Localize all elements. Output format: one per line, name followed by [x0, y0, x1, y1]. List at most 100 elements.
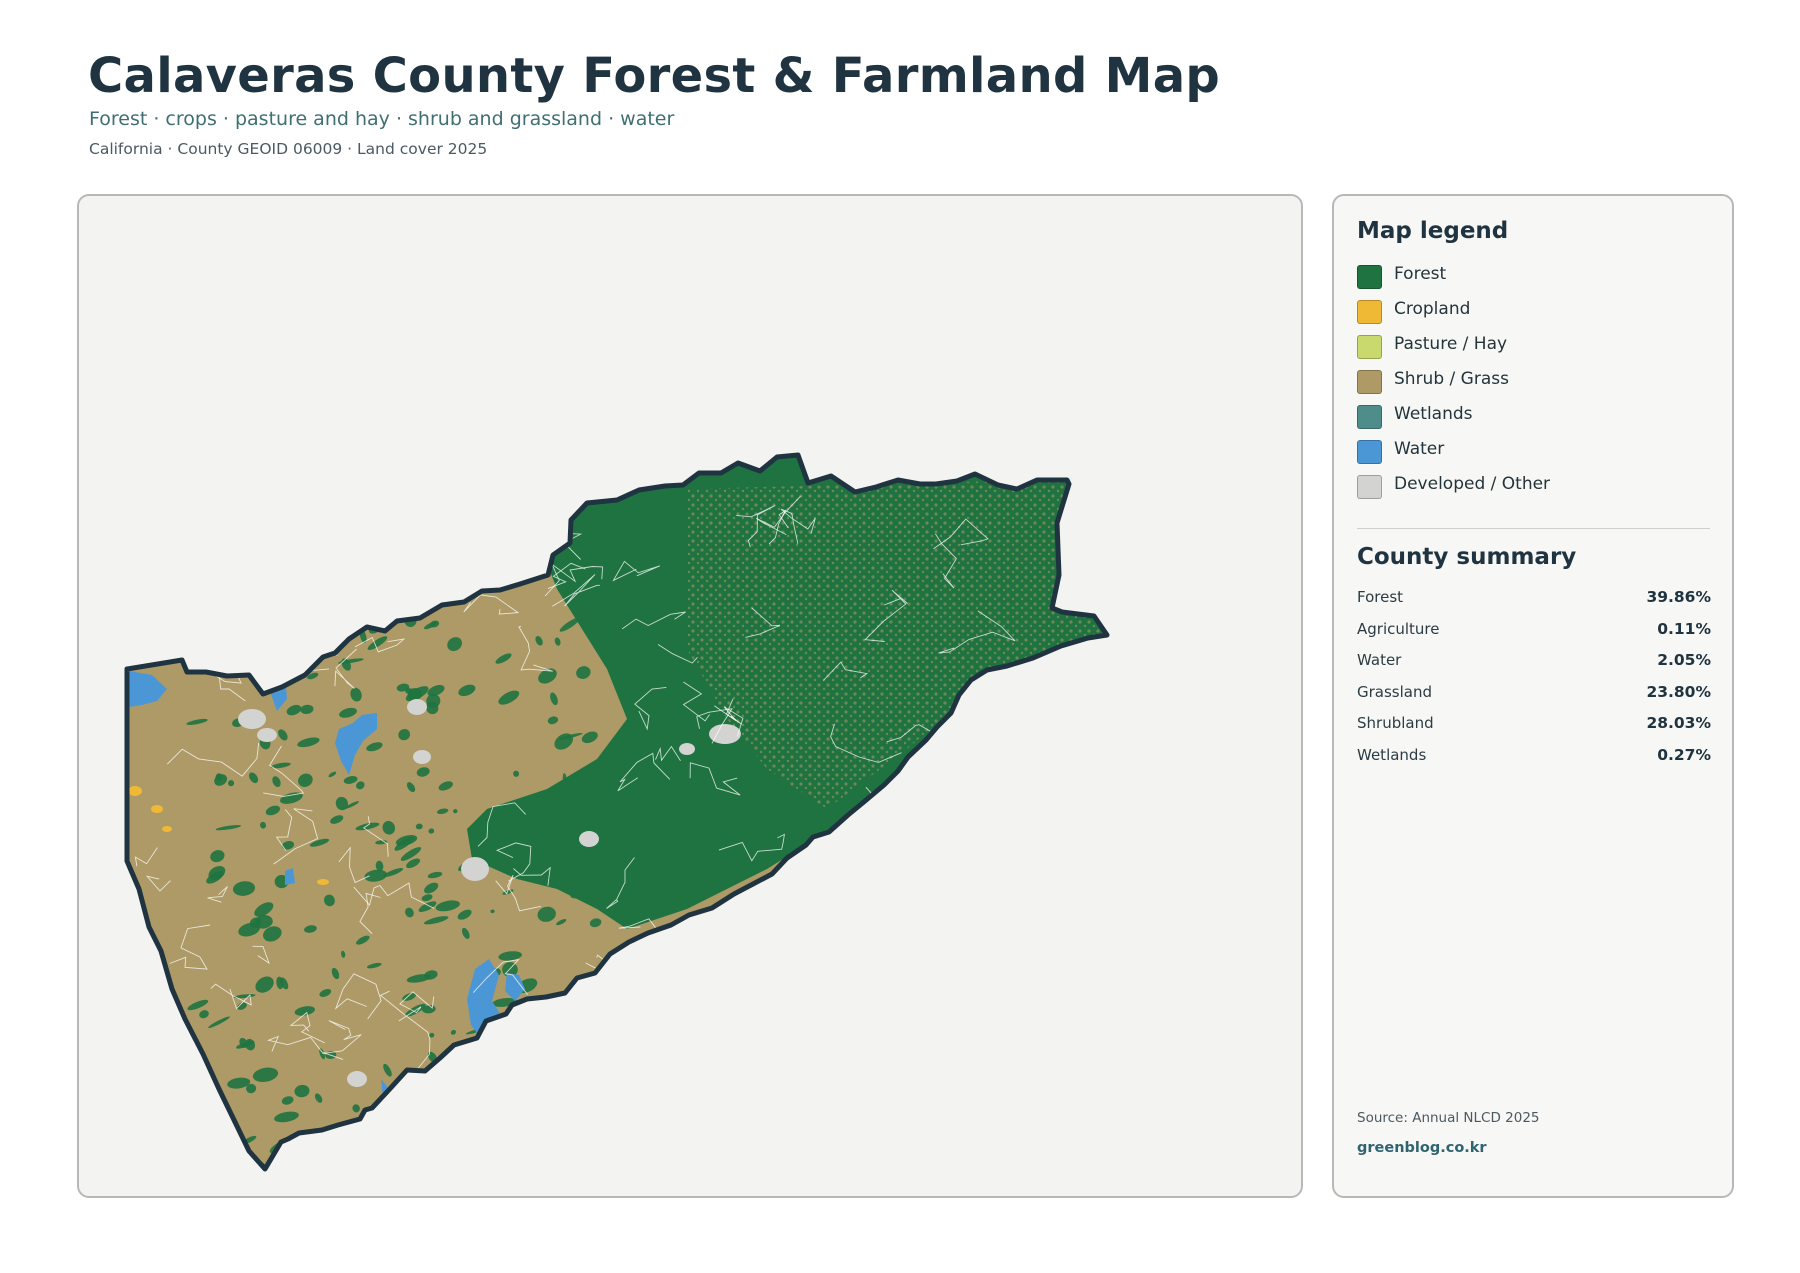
road-line: [966, 934, 974, 952]
road-line: [936, 940, 972, 991]
road-line: [939, 725, 1006, 746]
forest-patch: [619, 1138, 625, 1152]
legend-swatch: [1357, 475, 1382, 499]
road-line: [833, 923, 871, 942]
road-line: [521, 455, 560, 494]
summary-row-wetlands: Wetlands 0.27%: [1357, 746, 1711, 778]
legend-swatch: [1357, 335, 1382, 359]
summary-value: 0.11%: [1657, 619, 1711, 638]
developed-area: [579, 831, 599, 847]
road-line: [766, 969, 813, 987]
summary-value: 39.86%: [1646, 588, 1711, 606]
forest-patch: [631, 1151, 640, 1159]
forest-patch: [204, 1131, 211, 1141]
forest-patch: [284, 1145, 301, 1158]
legend-item-forest: Forest: [1357, 264, 1717, 299]
forest-patch: [552, 1052, 565, 1061]
forest-patch: [629, 1085, 637, 1092]
forest-patch: [414, 1173, 424, 1181]
legend-label: Cropland: [1394, 299, 1471, 319]
road-line: [577, 1020, 612, 1061]
summary-title: County summary: [1357, 544, 1577, 570]
legend-label: Water: [1394, 439, 1445, 459]
cropland-area: [162, 826, 172, 832]
road-line: [957, 817, 992, 850]
forest-patch: [391, 1101, 404, 1115]
map-panel[interactable]: N: [77, 194, 1303, 1198]
road-line: [990, 1003, 1052, 1028]
road-line: [828, 1041, 868, 1088]
cropland-area: [317, 879, 329, 885]
legend-swatch: [1357, 300, 1382, 324]
developed-area: [679, 743, 695, 755]
forest-patch: [543, 1058, 554, 1069]
forest-patch: [589, 1027, 616, 1035]
summary-value: 0.27%: [1657, 745, 1711, 764]
page-subtitle: Forest · crops · pasture and hay · shrub…: [89, 108, 675, 130]
road-line: [431, 481, 452, 505]
developed-area: [347, 1071, 367, 1087]
summary-label: Grassland: [1357, 682, 1432, 701]
road-line: [1004, 1023, 1050, 1076]
summary-value: 23.80%: [1646, 682, 1711, 701]
legend-item-developed-other: Developed / Other: [1357, 474, 1717, 509]
legend-label: Wetlands: [1394, 404, 1473, 424]
road-line: [1007, 837, 1031, 882]
forest-patch: [547, 1059, 558, 1071]
road-line: [817, 1011, 850, 1049]
legend-swatch: [1357, 370, 1382, 394]
forest-patch: [187, 618, 212, 629]
forest-patch: [601, 991, 610, 996]
summary-label: Forest: [1357, 588, 1404, 606]
road-line: [490, 484, 543, 507]
summary-row-grassland: Grassland 23.80%: [1357, 683, 1711, 715]
road-line: [914, 780, 944, 798]
summary-row-forest: Forest 39.86%: [1357, 588, 1711, 620]
forest-patch: [652, 1038, 662, 1047]
road-line: [1047, 704, 1067, 762]
road-line: [1006, 847, 1041, 876]
county-map[interactable]: [79, 196, 1303, 1198]
summary-row-shrubland: Shrubland 28.03%: [1357, 714, 1711, 746]
legend-item-shrub-grass: Shrub / Grass: [1357, 369, 1717, 404]
forest-patch: [221, 1122, 231, 1136]
forest-patch: [498, 1145, 516, 1153]
forest-patch: [523, 1010, 538, 1021]
summary-label: Wetlands: [1357, 745, 1427, 764]
road-line: [922, 741, 957, 782]
forest-patch: [547, 1060, 552, 1068]
summary-list: Forest 39.86% Agriculture 0.11% Water 2.05%…: [1357, 588, 1711, 777]
summary-row-agriculture: Agriculture 0.11%: [1357, 620, 1711, 652]
forest-patch: [498, 1129, 522, 1144]
road-line: [1033, 1045, 1055, 1071]
legend-item-wetlands: Wetlands: [1357, 404, 1717, 439]
forest-patch: [260, 654, 271, 663]
legend-label: Pasture / Hay: [1394, 334, 1508, 354]
forest-patch: [648, 945, 671, 951]
forest-patch: [257, 668, 266, 677]
forest-patch: [609, 1031, 618, 1039]
legend-label: Shrub / Grass: [1394, 369, 1509, 389]
summary-value: 28.03%: [1646, 714, 1711, 732]
legend-item-pasture-hay: Pasture / Hay: [1357, 334, 1717, 369]
land-cover-layer: [127, 455, 1107, 1181]
forest-patch: [212, 614, 220, 625]
forest-patch: [650, 1020, 659, 1030]
forest-patch: [471, 1080, 490, 1095]
forest-patch: [371, 1162, 394, 1169]
road-line: [836, 1028, 875, 1082]
forest-patch: [384, 1146, 402, 1155]
developed-area: [407, 699, 427, 715]
road-line: [981, 1018, 1008, 1056]
source-note: Source: Annual NLCD 2025: [1357, 1110, 1540, 1126]
legend-swatch: [1357, 440, 1382, 464]
road-line: [211, 552, 240, 572]
summary-label: Agriculture: [1357, 619, 1440, 638]
forest-patch: [615, 1168, 628, 1169]
forest-patch: [577, 1065, 586, 1074]
developed-area: [709, 724, 741, 744]
credit-link[interactable]: greenblog.co.kr: [1357, 1140, 1487, 1156]
forest-patch: [455, 1168, 462, 1169]
developed-area: [238, 709, 266, 729]
side-panel: Map legend Forest Cropland Pasture / Hay…: [1332, 194, 1734, 1198]
